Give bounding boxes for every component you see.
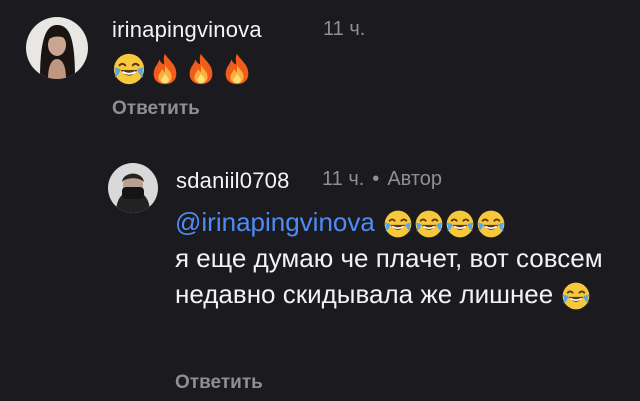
mention-emoji-group — [382, 207, 506, 239]
fire-emoji-icon — [148, 52, 182, 86]
mention-link[interactable]: @irinapingvinova — [175, 207, 375, 237]
laughing-crying-emoji-icon — [561, 281, 591, 311]
reply-button[interactable]: Ответить — [175, 372, 263, 394]
laughing-crying-emoji-icon — [112, 52, 146, 86]
trailing-emoji — [560, 279, 591, 311]
author-badge: Автор — [387, 168, 443, 190]
laughing-crying-emoji-icon — [476, 209, 506, 239]
comment-time: 11 ч. — [323, 18, 366, 40]
profile-photo — [108, 163, 158, 213]
comment-username[interactable]: irinapingvinova — [112, 17, 262, 43]
laughing-crying-emoji-icon — [414, 209, 444, 239]
comment-body-text: я еще думаю че плачет, вот совсем недавн… — [175, 243, 603, 309]
comment-time: 11 ч. — [322, 168, 365, 190]
comment-meta: 11 ч. • Автор — [322, 168, 442, 191]
reply-button[interactable]: Ответить — [112, 98, 200, 120]
avatar-irinapingvinova[interactable] — [26, 17, 88, 79]
profile-photo — [26, 17, 88, 79]
avatar-sdaniil0708[interactable] — [108, 163, 158, 213]
fire-emoji-icon — [184, 52, 218, 86]
comment-text: @irinapingvinova я еще думаю че плачет, … — [175, 204, 615, 312]
laughing-crying-emoji-icon — [445, 209, 475, 239]
fire-emoji-icon — [220, 52, 254, 86]
comment-emoji-text — [112, 52, 254, 86]
meta-separator: • — [372, 168, 380, 190]
comment-username[interactable]: sdaniil0708 — [176, 168, 290, 194]
laughing-crying-emoji-icon — [383, 209, 413, 239]
